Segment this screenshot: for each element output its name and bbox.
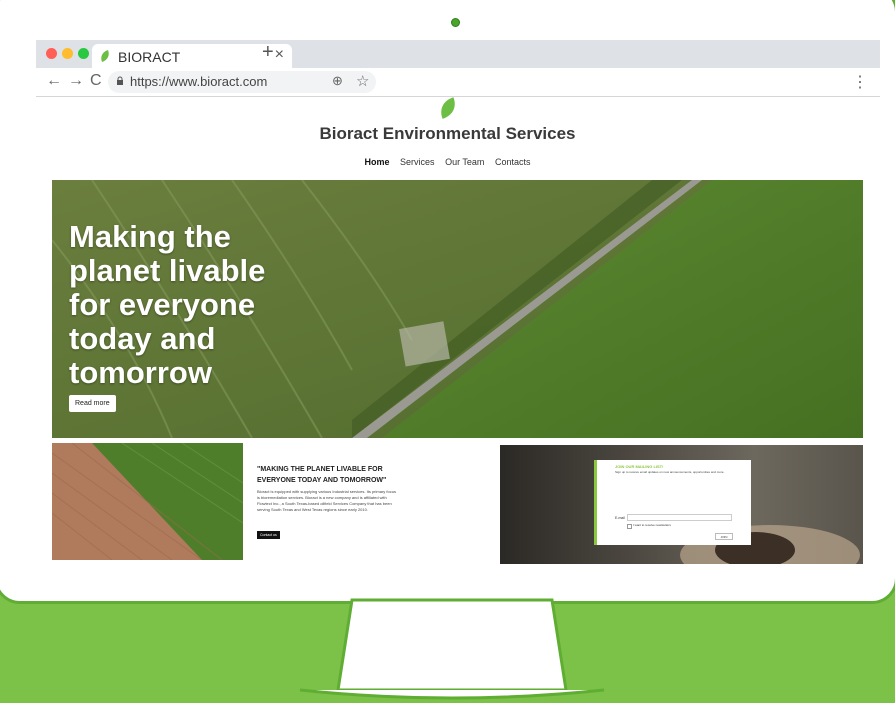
about-body: Bioract is equipped with supplying vario… <box>257 489 396 512</box>
site-nav: Home Services Our Team Contacts <box>0 157 895 167</box>
reload-icon[interactable]: C <box>90 72 102 90</box>
about-heading: "MAKING THE PLANET LIVABLE FOR EVERYONE … <box>257 466 387 484</box>
bookmark-star-icon[interactable]: ☆ <box>356 72 369 90</box>
back-icon[interactable]: ← <box>46 72 62 90</box>
lock-icon <box>117 76 123 85</box>
address-bar[interactable]: https://www.bioract.com ⊕ ☆ <box>108 71 376 93</box>
url-text[interactable]: https://www.bioract.com <box>130 74 267 89</box>
email-input[interactable] <box>627 514 732 521</box>
newsletter-card: JOIN OUR MAILING LIST! Sign up to receiv… <box>594 460 751 545</box>
contact-us-button[interactable]: Contact us <box>257 531 280 539</box>
newsletter-description: Sign up to receive email updates on new … <box>615 470 725 474</box>
site-title: Bioract Environmental Services <box>319 124 576 143</box>
browser-toolbar: ← → C https://www.bioract.com ⊕ ☆ ⋮ <box>36 68 880 97</box>
email-label: E-mail <box>615 516 625 520</box>
hero-headline: Making the planet livable for everyone t… <box>69 219 266 390</box>
farm-field-image <box>52 443 243 560</box>
forward-icon[interactable]: → <box>68 72 84 90</box>
maximize-window-button[interactable] <box>78 48 89 59</box>
farm-field-graphic <box>52 443 243 560</box>
leaf-icon <box>101 50 109 62</box>
nav-services[interactable]: Services <box>400 157 435 167</box>
nav-our-team[interactable]: Our Team <box>445 157 484 167</box>
join-button[interactable]: JOIN <box>715 533 733 540</box>
browser-menu-icon[interactable]: ⋮ <box>852 72 868 92</box>
newsletter-title: JOIN OUR MAILING LIST! <box>615 464 664 469</box>
tab-bar: BIORACT × + <box>36 40 880 68</box>
newsletter-checkbox[interactable] <box>627 524 632 529</box>
newsletter-checkbox-label: I want to receive newsletters <box>633 523 671 527</box>
read-more-button[interactable]: Read more <box>69 395 116 412</box>
minimize-window-button[interactable] <box>62 48 73 59</box>
monitor-stand <box>299 598 605 700</box>
nav-home[interactable]: Home <box>365 157 390 167</box>
nav-contacts[interactable]: Contacts <box>495 157 531 167</box>
new-tab-button[interactable]: + <box>262 41 274 64</box>
webcam-icon <box>451 18 460 27</box>
bioract-logo-leaf-icon[interactable] <box>439 97 457 121</box>
close-window-button[interactable] <box>46 48 57 59</box>
zoom-icon[interactable]: ⊕ <box>332 73 343 89</box>
tab-title: BIORACT <box>118 49 181 65</box>
close-tab-icon[interactable]: × <box>275 46 284 64</box>
hero-banner: Making the planet livable for everyone t… <box>52 180 863 438</box>
